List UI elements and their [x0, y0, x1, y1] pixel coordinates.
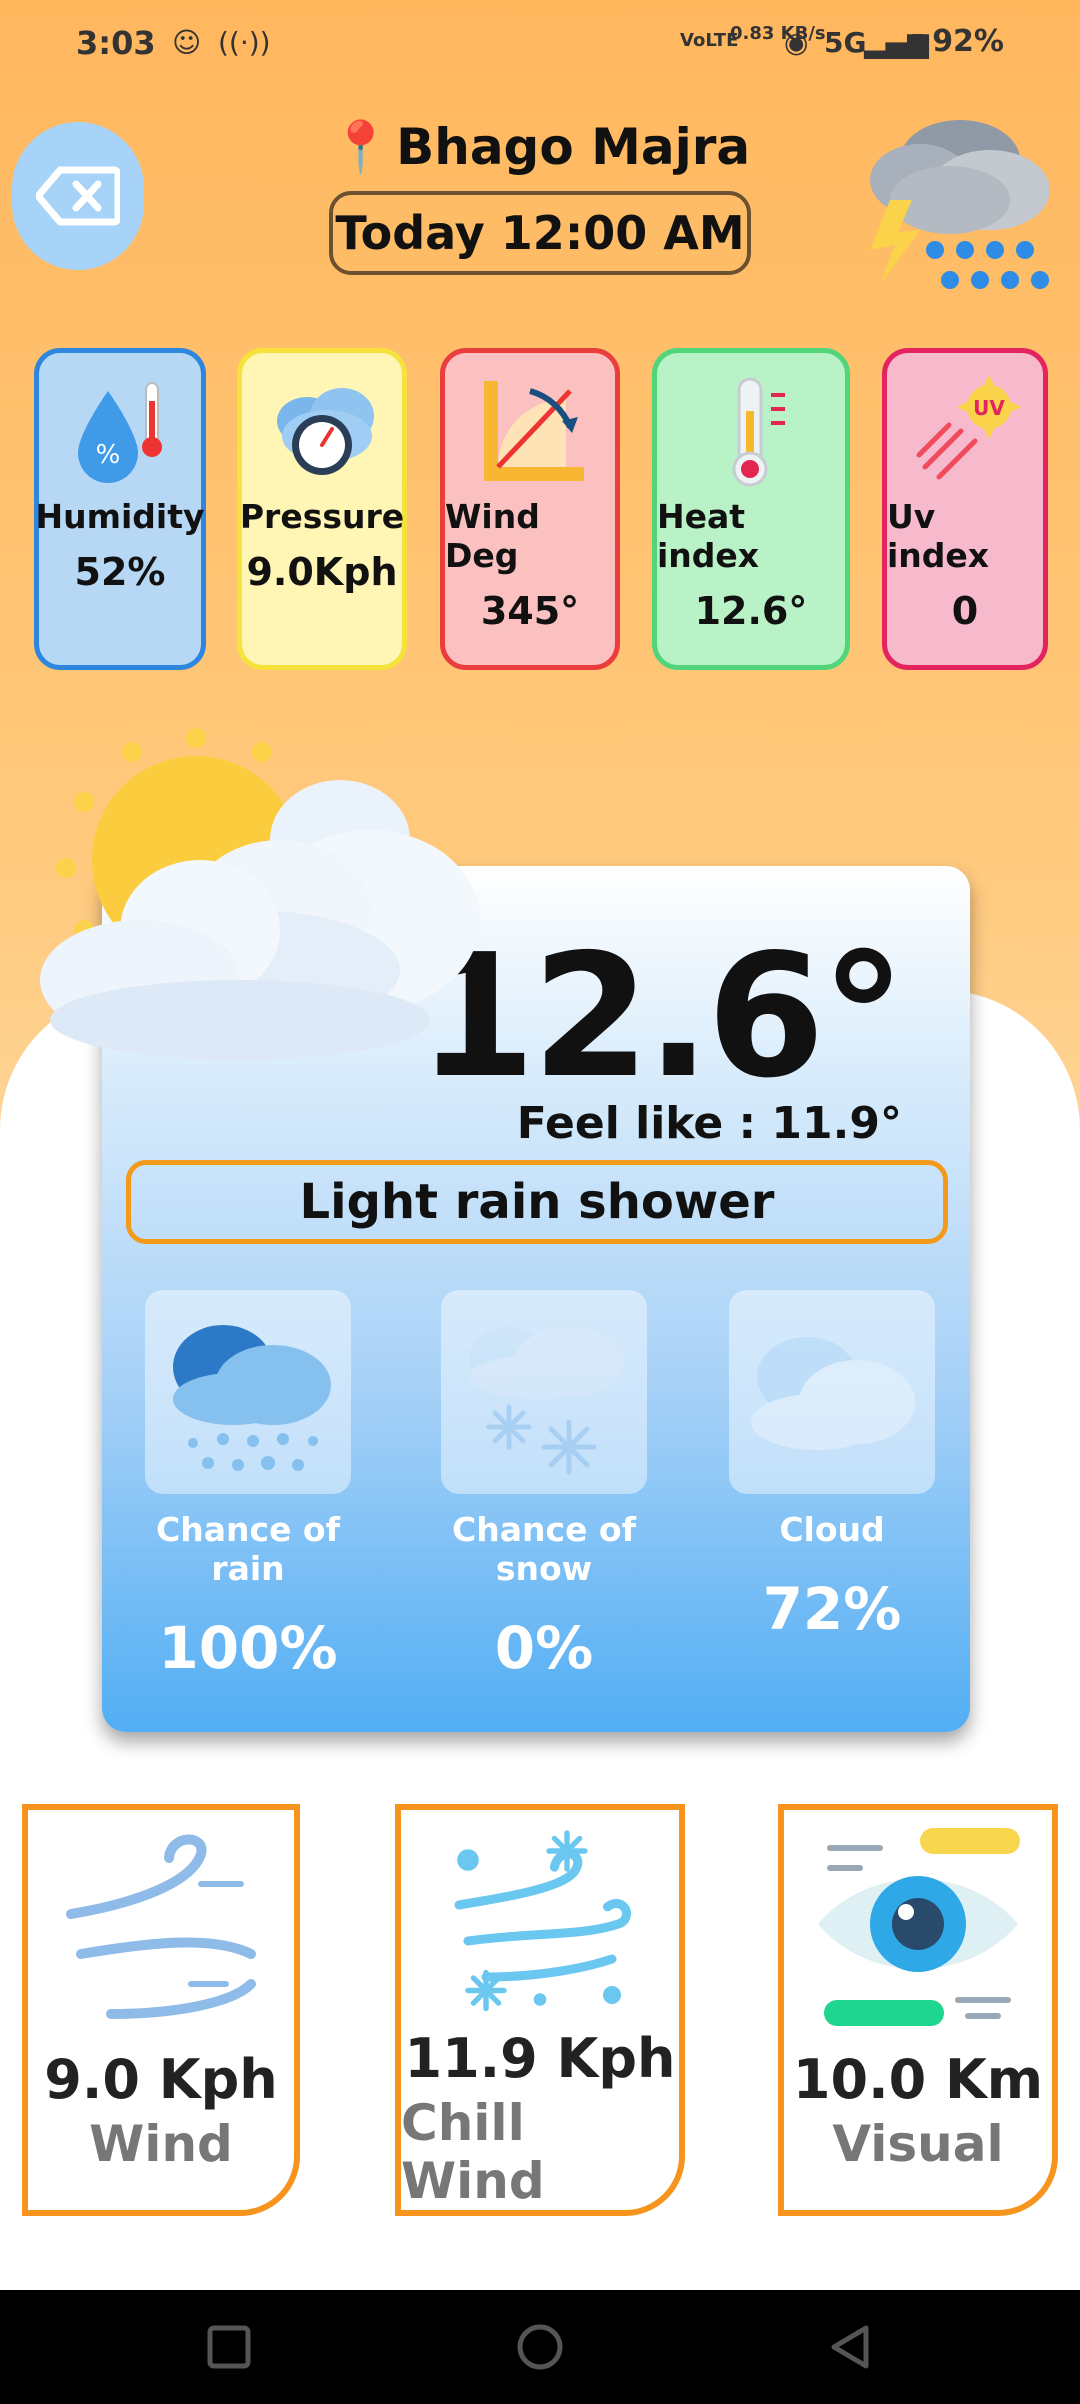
location-pin-icon: 📍: [329, 118, 393, 176]
network-speed: 0.83 KB/s: [730, 23, 826, 44]
metric-label: Chance of rain: [156, 1510, 340, 1588]
wind-degree-icon: [484, 381, 584, 481]
snow-cloud-icon: [469, 1327, 624, 1475]
battery-icon: ▮: [910, 26, 926, 59]
bottom-value: 10.0 Km: [792, 2048, 1044, 2111]
stat-title: Wind Deg: [445, 497, 540, 575]
stat-title: Uv index: [887, 497, 990, 575]
metric-label: Cloud: [779, 1510, 885, 1549]
thermometer-icon: [732, 377, 785, 487]
stat-value: 12.6°: [694, 589, 808, 633]
stat-card-pressure: Pressure 9.0Kph: [237, 348, 407, 670]
condition-label: Light rain shower: [126, 1160, 948, 1244]
stat-value: 345°: [480, 589, 580, 633]
bottom-label: Chill Wind: [401, 2094, 545, 2210]
face-icon: ☺: [172, 26, 202, 59]
metric-value: 72%: [762, 1575, 902, 1643]
metric-chance-of-snow: Chance of snow 0%: [414, 1290, 674, 1682]
partly-cloudy-sun-icon: [40, 728, 480, 1060]
stat-card-wind-deg: Wind Deg 345°: [440, 348, 620, 670]
hotspot-icon: ((·)): [218, 26, 271, 59]
metric-cloud: Cloud 72%: [702, 1290, 962, 1643]
uv-icon: UV: [916, 375, 1021, 480]
metric-label: Chance of snow: [452, 1510, 636, 1588]
chill-wind-icon: [454, 1830, 631, 2012]
stat-card-heat-index: Heat index 12.6°: [652, 348, 850, 670]
stat-card-uv-index: UV Uv index 0: [882, 348, 1048, 670]
feels-like: Feel like : 11.9°: [516, 1098, 902, 1149]
back-icon[interactable]: [826, 2322, 876, 2372]
status-bar: 3:03 ☺ ((·)) VoLTE 0.83 KB/s ◉ 5G ▂▄▆ ▮ …: [0, 0, 1080, 90]
metric-value: 0%: [494, 1614, 594, 1682]
bottom-label: Wind: [89, 2115, 233, 2173]
svg-text:UV: UV: [973, 396, 1005, 420]
bottom-value: 11.9 Kph: [404, 2027, 676, 2090]
navigation-bar: [0, 2290, 1080, 2404]
battery-percent: 92%: [932, 24, 1004, 59]
bottom-card-chill-wind: 11.9 Kph Chill Wind: [395, 1804, 685, 2216]
stat-title: Heat index: [657, 497, 760, 575]
bottom-label: Visual: [832, 2115, 1004, 2173]
stat-title: Pressure: [239, 497, 405, 536]
recents-icon[interactable]: [204, 2322, 254, 2372]
svg-text:%: %: [96, 440, 121, 470]
rain-cloud-icon: [173, 1325, 331, 1471]
stat-value: 52%: [74, 550, 166, 594]
humidity-icon: %: [78, 382, 162, 483]
date-time: Today 12:00 AM: [329, 191, 751, 275]
metric-chance-of-rain: Chance of rain 100%: [118, 1290, 378, 1682]
status-time: 3:03: [76, 24, 156, 62]
stat-title: Humidity: [35, 497, 205, 536]
thunderstorm-icon: [870, 120, 1050, 289]
location-name: Bhago Majra: [396, 118, 751, 176]
network-type: 5G: [824, 26, 867, 59]
pressure-gauge-icon: [277, 388, 374, 475]
stat-card-humidity: % Humidity 52%: [34, 348, 206, 670]
metric-value: 100%: [158, 1614, 338, 1682]
cloud-icon: [751, 1337, 915, 1450]
bottom-card-wind: 9.0 Kph Wind: [22, 1804, 300, 2216]
wifi-icon: ◉: [784, 26, 809, 59]
stat-value: 9.0Kph: [246, 550, 398, 594]
bottom-value: 9.0 Kph: [44, 2048, 278, 2111]
home-icon[interactable]: [515, 2322, 565, 2372]
stat-value: 0: [951, 589, 979, 633]
wind-icon: [66, 1834, 256, 2019]
bottom-card-visual: 10.0 Km Visual: [778, 1804, 1058, 2216]
eye-icon: [818, 1828, 1020, 2026]
